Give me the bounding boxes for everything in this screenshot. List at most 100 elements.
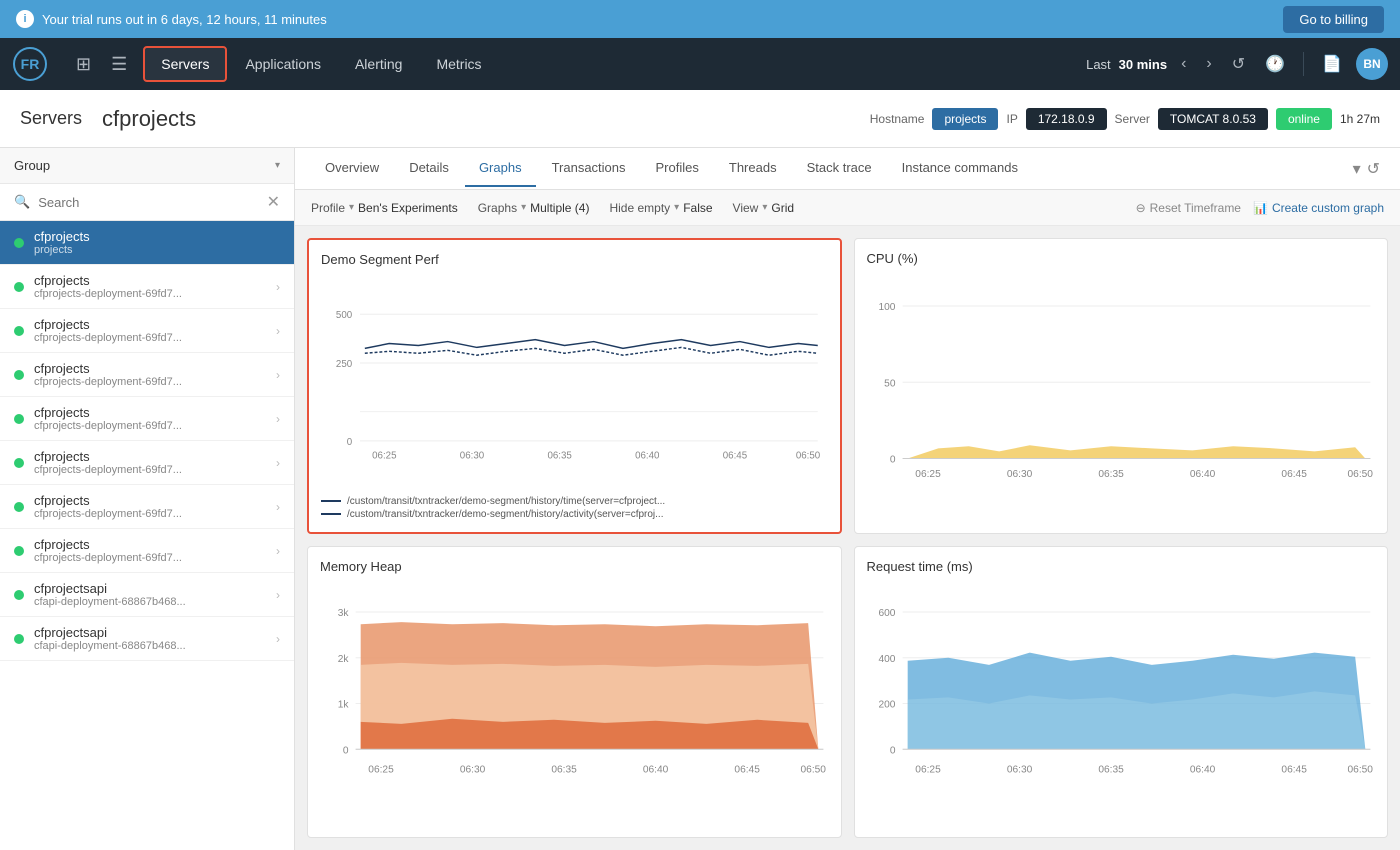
svg-text:0: 0 — [889, 455, 895, 466]
sidebar-item[interactable]: cfprojects cfprojects-deployment-69fd7..… — [0, 441, 294, 485]
memory-heap-chart: Memory Heap 3k 2k 1k 0 06:25 — [307, 546, 842, 838]
svg-text:06:50: 06:50 — [801, 765, 827, 776]
sidebar-item-content: cfprojects cfprojects-deployment-69fd7..… — [34, 317, 272, 344]
sidebar-item-sub: cfprojects-deployment-69fd7... — [34, 464, 272, 476]
svg-text:06:50: 06:50 — [1347, 765, 1373, 776]
clear-search-button[interactable]: ✕ — [267, 192, 280, 212]
tab-overview[interactable]: Overview — [311, 150, 393, 187]
svg-text:0: 0 — [889, 745, 895, 756]
sidebar-item[interactable]: cfprojects cfprojects-deployment-69fd7..… — [0, 397, 294, 441]
server-label: Server — [1115, 112, 1150, 126]
tab-details[interactable]: Details — [395, 150, 463, 187]
sidebar-item-content: cfprojectsapi cfapi-deployment-68867b468… — [34, 581, 272, 608]
last-label: Last — [1086, 57, 1111, 72]
sidebar-item-sub: cfprojects-deployment-69fd7... — [34, 288, 272, 300]
sidebar-item-name: cfprojects — [34, 229, 280, 244]
group-chevron-icon[interactable]: ▾ — [275, 160, 280, 171]
nav-alerting[interactable]: Alerting — [339, 48, 418, 80]
legend-label-1: /custom/transit/txntracker/demo-segment/… — [347, 496, 665, 507]
sidebar-item-sub: cfprojects-deployment-69fd7... — [34, 420, 272, 432]
cpu-svg: 100 50 0 06:25 06:30 06:35 06:40 06:45 0… — [867, 274, 1376, 521]
memory-heap-svg: 3k 2k 1k 0 06:25 06:30 06:35 06:40 06:45… — [320, 582, 829, 825]
hostname-label: Hostname — [870, 112, 925, 126]
content-area: Overview Details Graphs Transactions Pro… — [295, 148, 1400, 850]
hide-empty-filter[interactable]: Hide empty ▾ False — [609, 201, 712, 215]
svg-text:06:35: 06:35 — [551, 765, 577, 776]
reset-timeframe-button[interactable]: ⊖ Reset Timeframe — [1136, 201, 1241, 215]
nav-applications[interactable]: Applications — [229, 48, 337, 80]
reset-label: Reset Timeframe — [1150, 201, 1241, 215]
chevron-right-icon: › — [276, 500, 280, 514]
sidebar-item-sub: projects — [34, 244, 280, 256]
svg-text:06:50: 06:50 — [1347, 469, 1373, 480]
tab-instance-commands[interactable]: Instance commands — [888, 150, 1032, 187]
tab-threads[interactable]: Threads — [715, 150, 791, 187]
sidebar-item-name: cfprojectsapi — [34, 625, 272, 640]
legend-line-icon — [321, 500, 341, 502]
graphs-filter[interactable]: Graphs ▾ Multiple (4) — [478, 201, 590, 215]
svg-text:100: 100 — [878, 302, 895, 313]
tab-graphs[interactable]: Graphs — [465, 150, 536, 187]
sidebar-item[interactable]: cfprojects cfprojects-deployment-69fd7..… — [0, 485, 294, 529]
avatar[interactable]: BN — [1356, 48, 1388, 80]
status-dot — [14, 282, 24, 292]
graphs-label: Graphs — [478, 201, 517, 215]
tab-transactions[interactable]: Transactions — [538, 150, 640, 187]
sidebar-item-content: cfprojects cfprojects-deployment-69fd7..… — [34, 273, 272, 300]
svg-text:200: 200 — [878, 700, 895, 711]
trial-banner-left: i Your trial runs out in 6 days, 12 hour… — [16, 10, 327, 28]
tab-more-button[interactable]: ▾ — [1353, 159, 1361, 179]
sidebar-item[interactable]: cfprojects cfprojects-deployment-69fd7..… — [0, 353, 294, 397]
nav-prev-button[interactable]: ‹ — [1175, 51, 1192, 77]
nav-servers[interactable]: Servers — [143, 46, 227, 82]
view-filter[interactable]: View ▾ Grid — [733, 201, 795, 215]
tab-refresh-button[interactable]: ↺ — [1363, 159, 1384, 179]
svg-text:06:40: 06:40 — [1189, 469, 1215, 480]
nav-clock-button[interactable]: 🕐 — [1259, 50, 1291, 78]
sidebar-item-sub: cfapi-deployment-68867b468... — [34, 596, 272, 608]
status-dot — [14, 326, 24, 336]
trial-message: Your trial runs out in 6 days, 12 hours,… — [42, 12, 327, 27]
sidebar-item-sub: cfprojects-deployment-69fd7... — [34, 376, 272, 388]
profile-filter[interactable]: Profile ▾ Ben's Experiments — [311, 201, 458, 215]
legend-line-icon — [321, 513, 341, 515]
sidebar-item-content: cfprojects cfprojects-deployment-69fd7..… — [34, 537, 272, 564]
status-dot — [14, 458, 24, 468]
demo-segment-chart-area: 500 250 0 06:25 06:30 06:35 06:40 06:45 … — [321, 275, 828, 490]
messages-icon-button[interactable]: ☰ — [103, 46, 135, 83]
sidebar-item[interactable]: cfprojects projects — [0, 221, 294, 265]
nav-document-button[interactable]: 📄 — [1316, 50, 1348, 78]
go-billing-button[interactable]: Go to billing — [1283, 6, 1384, 33]
tab-stack-trace[interactable]: Stack trace — [793, 150, 886, 187]
sidebar: Group ▾ 🔍 ✕ cfprojects projects cfprojec… — [0, 148, 295, 850]
svg-text:1k: 1k — [338, 700, 350, 711]
nav-next-button[interactable]: › — [1200, 51, 1217, 77]
server-value: TOMCAT 8.0.53 — [1158, 108, 1268, 130]
profile-arrow-icon: ▾ — [349, 202, 354, 213]
server-name: cfprojects — [102, 106, 870, 132]
create-custom-graph-button[interactable]: 📊 Create custom graph — [1253, 201, 1384, 215]
svg-text:06:25: 06:25 — [372, 450, 396, 461]
nav-metrics[interactable]: Metrics — [420, 48, 497, 80]
sidebar-item[interactable]: cfprojects cfprojects-deployment-69fd7..… — [0, 265, 294, 309]
nav-right: Last 30 mins ‹ › ↺ 🕐 📄 BN — [1086, 48, 1388, 80]
dashboard-icon-button[interactable]: ⊞ — [68, 46, 99, 83]
sidebar-item[interactable]: cfprojects cfprojects-deployment-69fd7..… — [0, 529, 294, 573]
profile-value: Ben's Experiments — [358, 201, 458, 215]
svg-text:06:35: 06:35 — [547, 450, 571, 461]
sidebar-item[interactable]: cfprojectsapi cfapi-deployment-68867b468… — [0, 573, 294, 617]
demo-segment-svg: 500 250 0 06:25 06:30 06:35 06:40 06:45 … — [321, 275, 828, 490]
nav-refresh-button[interactable]: ↺ — [1226, 50, 1251, 78]
search-input[interactable] — [38, 195, 258, 210]
svg-text:600: 600 — [878, 608, 895, 619]
chevron-right-icon: › — [276, 456, 280, 470]
sidebar-item[interactable]: cfprojectsapi cfapi-deployment-68867b468… — [0, 617, 294, 661]
sidebar-item-name: cfprojects — [34, 273, 272, 288]
hostname-value[interactable]: projects — [932, 108, 998, 130]
tab-profiles[interactable]: Profiles — [642, 150, 713, 187]
svg-text:06:25: 06:25 — [915, 469, 941, 480]
time-value: 30 mins — [1119, 57, 1167, 72]
sidebar-item-content: cfprojects cfprojects-deployment-69fd7..… — [34, 361, 272, 388]
demo-segment-chart: Demo Segment Perf 500 250 0 06:25 — [307, 238, 842, 534]
sidebar-item[interactable]: cfprojects cfprojects-deployment-69fd7..… — [0, 309, 294, 353]
